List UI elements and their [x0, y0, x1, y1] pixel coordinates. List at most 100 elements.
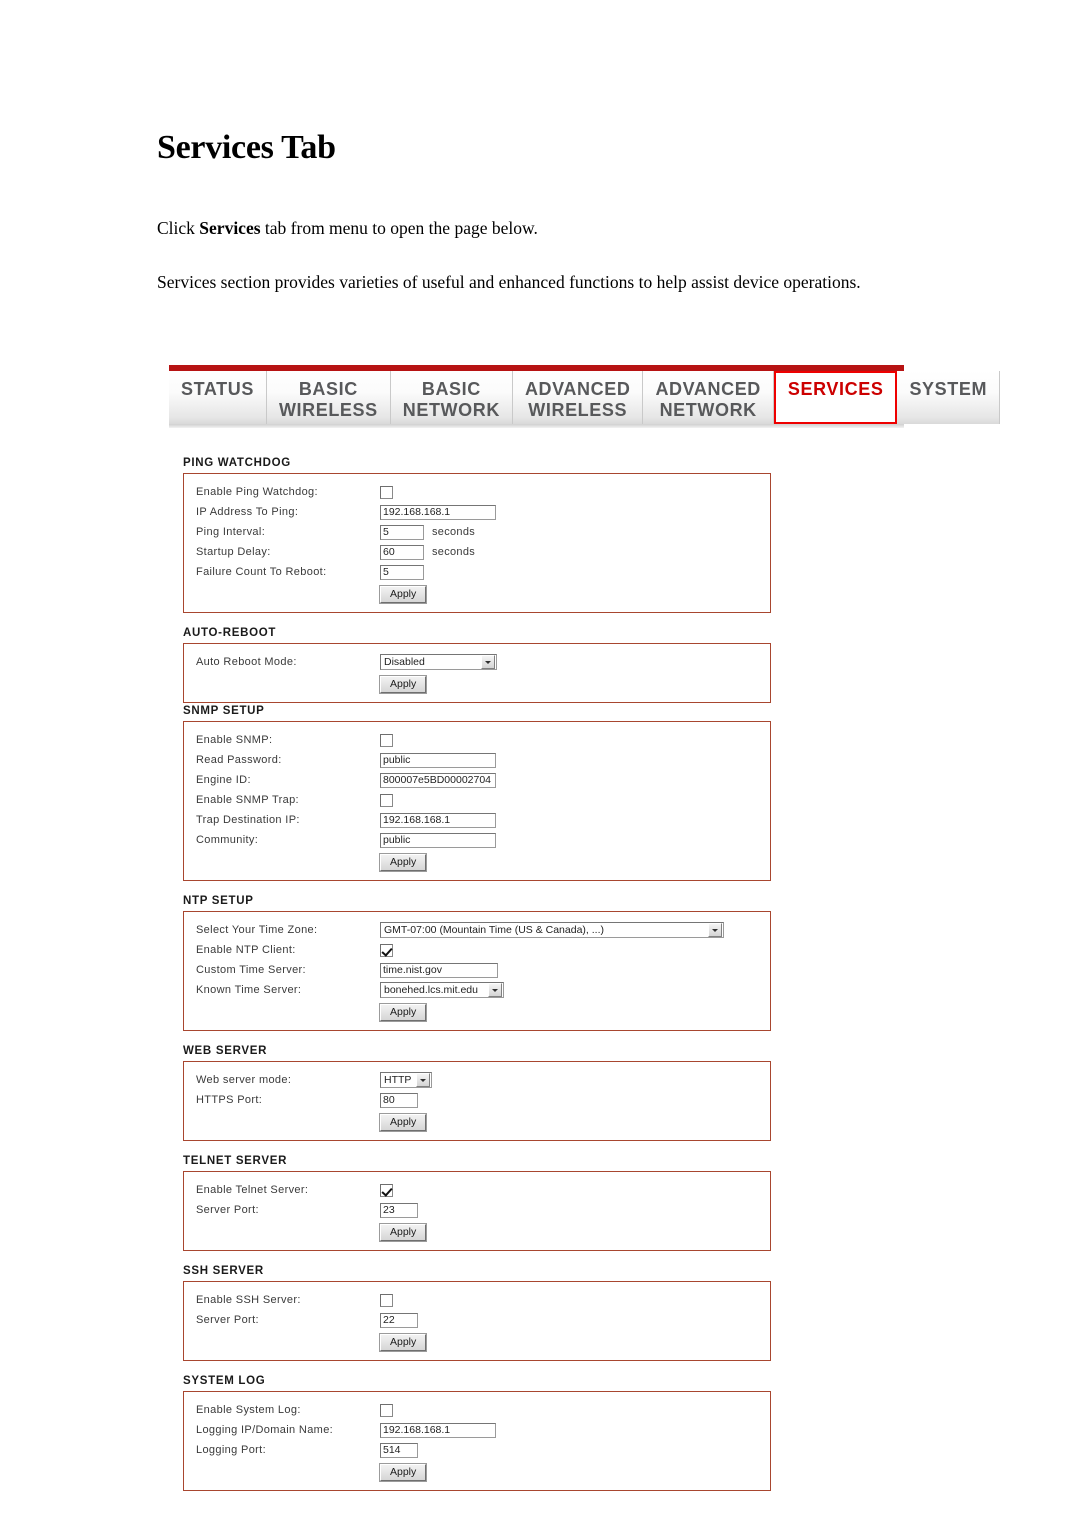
- input-ssh-server-port[interactable]: 22: [380, 1312, 418, 1328]
- input-startup-delay[interactable]: 60: [380, 544, 424, 560]
- tab-label-line1: SYSTEM: [909, 379, 988, 399]
- label-engine-id: Engine ID:: [196, 774, 251, 786]
- select-value-time-zone: GMT-07:00 (Mountain Time (US & Canada), …: [384, 924, 604, 936]
- row-ssh-server-port: Server Port: 22: [184, 1310, 770, 1330]
- select-value-known-time-server: bonehed.lcs.mit.edu: [384, 984, 478, 996]
- select-known-time-server[interactable]: bonehed.lcs.mit.edu: [380, 982, 504, 998]
- label-enable-ssh-server: Enable SSH Server:: [196, 1294, 301, 1306]
- label-auto-reboot-mode: Auto Reboot Mode:: [196, 656, 297, 668]
- unit-ping-interval: seconds: [432, 526, 476, 538]
- input-read-password[interactable]: public: [380, 752, 496, 768]
- label-telnet-server-port: Server Port:: [196, 1204, 259, 1216]
- chevron-down-icon[interactable]: [416, 1073, 430, 1087]
- label-https-port: HTTPS Port:: [196, 1094, 263, 1106]
- label-enable-snmp-trap: Enable SNMP Trap:: [196, 794, 299, 806]
- tab-advanced-wireless[interactable]: ADVANCED WIRELESS: [512, 371, 644, 424]
- label-enable-system-log: Enable System Log:: [196, 1404, 301, 1416]
- label-logging-port: Logging Port:: [196, 1444, 266, 1456]
- document-text-block: Services Tab Click Services tab from men…: [157, 130, 923, 322]
- row-apply-snmp-setup: Apply: [184, 850, 770, 872]
- checkbox-enable-snmp[interactable]: [380, 733, 393, 747]
- row-logging-ip-domain-name: Logging IP/Domain Name: 192.168.168.1: [184, 1420, 770, 1440]
- input-engine-id[interactable]: 800007e5BD00002704: [380, 772, 496, 788]
- configuration-body: PING WATCHDOG Enable Ping Watchdog: IP A…: [157, 433, 917, 1521]
- input-telnet-server-port[interactable]: 23: [380, 1202, 418, 1218]
- apply-button-ping-watchdog[interactable]: Apply: [380, 585, 427, 603]
- section-title-system-log: SYSTEM LOG: [183, 1375, 266, 1387]
- row-apply-auto-reboot: Apply: [184, 672, 770, 694]
- apply-button-telnet-server[interactable]: Apply: [380, 1223, 427, 1241]
- label-failure-count-to-reboot: Failure Count To Reboot:: [196, 566, 327, 578]
- label-custom-time-server: Custom Time Server:: [196, 964, 306, 976]
- router-ui-screenshot: STATUS BASIC WIRELESS BASIC NETWORK ADVANCED W…: [157, 365, 1001, 1521]
- apply-button-ntp-setup[interactable]: Apply: [380, 1003, 427, 1021]
- tab-label-line1: ADVANCED: [524, 379, 631, 399]
- input-community[interactable]: public: [380, 832, 496, 848]
- label-ssh-server-port: Server Port:: [196, 1314, 259, 1326]
- input-failure-count-to-reboot[interactable]: 5: [380, 564, 424, 580]
- select-auto-reboot-mode[interactable]: Disabled: [380, 654, 497, 670]
- label-web-server-mode: Web server mode:: [196, 1074, 292, 1086]
- row-ping-interval: Ping Interval: 5 seconds: [184, 522, 770, 542]
- input-ping-interval[interactable]: 5: [380, 524, 424, 540]
- tab-basic-network[interactable]: BASIC NETWORK: [390, 371, 513, 424]
- apply-button-auto-reboot[interactable]: Apply: [380, 675, 427, 693]
- row-trap-destination-ip: Trap Destination IP: 192.168.168.1: [184, 810, 770, 830]
- section-title-telnet-server: TELNET SERVER: [183, 1155, 288, 1167]
- row-enable-ntp-client: Enable NTP Client:: [184, 940, 770, 960]
- row-auto-reboot-mode: Auto Reboot Mode: Disabled: [184, 652, 770, 672]
- section-web-server: Web server mode: HTTP HTTPS Port: 80 App…: [183, 1061, 771, 1141]
- section-title-ping-watchdog: PING WATCHDOG: [183, 457, 291, 469]
- row-apply-web-server: Apply: [184, 1110, 770, 1132]
- chevron-down-icon[interactable]: [481, 655, 495, 669]
- input-ip-address-to-ping[interactable]: 192.168.168.1: [380, 504, 496, 520]
- tab-advanced-network[interactable]: ADVANCED NETWORK: [643, 371, 774, 424]
- row-enable-system-log: Enable System Log:: [184, 1400, 770, 1420]
- section-system-log: Enable System Log: Logging IP/Domain Nam…: [183, 1391, 771, 1491]
- row-apply-telnet-server: Apply: [184, 1220, 770, 1242]
- section-ping-watchdog: Enable Ping Watchdog: IP Address To Ping…: [183, 473, 771, 613]
- label-logging-ip-domain-name: Logging IP/Domain Name:: [196, 1424, 334, 1436]
- tab-bar-shadow: [169, 424, 904, 428]
- checkbox-enable-telnet-server[interactable]: [380, 1183, 393, 1197]
- apply-button-system-log[interactable]: Apply: [380, 1463, 427, 1481]
- row-failure-count-to-reboot: Failure Count To Reboot: 5: [184, 562, 770, 582]
- checkbox-enable-ssh-server[interactable]: [380, 1293, 393, 1307]
- row-enable-snmp: Enable SNMP:: [184, 730, 770, 750]
- select-value-web-server-mode: HTTP: [384, 1074, 412, 1086]
- tab-status[interactable]: STATUS: [169, 371, 267, 424]
- apply-button-web-server[interactable]: Apply: [380, 1113, 427, 1131]
- checkbox-enable-snmp-trap[interactable]: [380, 793, 393, 807]
- apply-button-snmp-setup[interactable]: Apply: [380, 853, 427, 871]
- row-startup-delay: Startup Delay: 60 seconds: [184, 542, 770, 562]
- label-ping-interval: Ping Interval:: [196, 526, 266, 538]
- tab-system[interactable]: SYSTEM: [897, 371, 1001, 424]
- apply-button-ssh-server[interactable]: Apply: [380, 1333, 427, 1351]
- tab-label-line1: ADVANCED: [655, 379, 761, 399]
- input-logging-ip-domain-name[interactable]: 192.168.168.1: [380, 1422, 496, 1438]
- checkbox-enable-ping-watchdog[interactable]: [380, 485, 393, 499]
- tab-basic-wireless[interactable]: BASIC WIRELESS: [266, 371, 391, 424]
- row-apply-system-log: Apply: [184, 1460, 770, 1482]
- chevron-down-icon[interactable]: [488, 983, 502, 997]
- section-ssh-server: Enable SSH Server: Server Port: 22 Apply: [183, 1281, 771, 1361]
- row-apply-ntp-setup: Apply: [184, 1000, 770, 1022]
- chevron-down-icon[interactable]: [708, 923, 722, 937]
- intro-paragraph-2: Services section provides varieties of u…: [157, 272, 861, 293]
- input-trap-destination-ip[interactable]: 192.168.168.1: [380, 812, 496, 828]
- intro-paragraph-1: Click Services tab from menu to open the…: [157, 214, 923, 242]
- intro-suffix: tab from menu to open the page below.: [260, 217, 538, 238]
- select-time-zone[interactable]: GMT-07:00 (Mountain Time (US & Canada), …: [380, 922, 724, 938]
- select-web-server-mode[interactable]: HTTP: [380, 1072, 432, 1088]
- section-ntp-setup: Select Your Time Zone: GMT-07:00 (Mounta…: [183, 911, 771, 1031]
- tab-services[interactable]: SERVICES: [773, 371, 898, 424]
- services-keyword: Services: [199, 217, 261, 238]
- input-https-port[interactable]: 80: [380, 1092, 418, 1108]
- checkbox-enable-system-log[interactable]: [380, 1403, 393, 1417]
- label-enable-ntp-client: Enable NTP Client:: [196, 944, 296, 956]
- input-logging-port[interactable]: 514: [380, 1442, 418, 1458]
- input-custom-time-server[interactable]: time.nist.gov: [380, 962, 498, 978]
- checkbox-enable-ntp-client[interactable]: [380, 943, 393, 957]
- row-select-time-zone: Select Your Time Zone: GMT-07:00 (Mounta…: [184, 920, 770, 940]
- section-snmp-setup: Enable SNMP: Read Password: public Engin…: [183, 721, 771, 881]
